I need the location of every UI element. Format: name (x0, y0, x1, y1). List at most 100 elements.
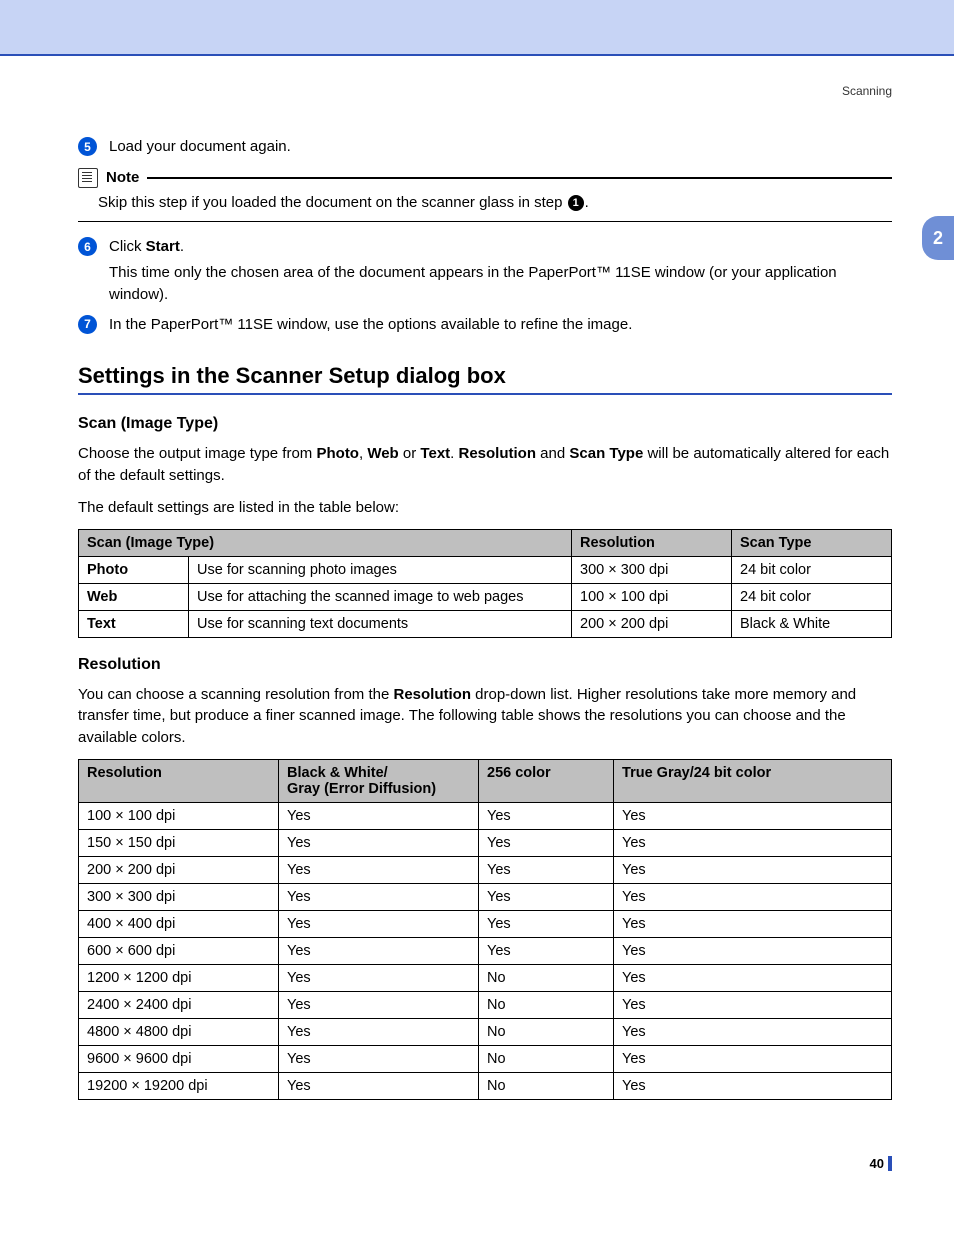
inline-step-ref-1: 1 (568, 195, 584, 211)
res-cell-tg: Yes (614, 964, 892, 991)
res-cell-tg: Yes (614, 991, 892, 1018)
res-cell-tg: Yes (614, 937, 892, 964)
res-cell-res: 100 × 100 dpi (79, 802, 279, 829)
page-body: Scanning 2 5 Load your document again. N… (0, 56, 954, 1195)
st-cell-type: 24 bit color (732, 556, 892, 583)
res-cell-res: 9600 × 9600 dpi (79, 1045, 279, 1072)
st-p1-m3: . (450, 445, 458, 462)
st-p1-b3: Text (420, 445, 450, 462)
st-p1-b2: Web (367, 445, 398, 462)
step-6-line1-bold: Start (146, 238, 180, 255)
res-cell-bw: Yes (279, 802, 479, 829)
res-th-3: True Gray/24 bit color (614, 759, 892, 802)
note-block: Note Skip this step if you loaded the do… (78, 168, 892, 223)
res-cell-bw: Yes (279, 1045, 479, 1072)
res-th-0: Resolution (79, 759, 279, 802)
res-cell-tg: Yes (614, 856, 892, 883)
res-cell-tg: Yes (614, 910, 892, 937)
table-row: 4800 × 4800 dpiYesNoYes (79, 1018, 892, 1045)
section-title: Settings in the Scanner Setup dialog box (78, 363, 892, 389)
top-band (0, 0, 954, 56)
res-cell-tg: Yes (614, 1072, 892, 1099)
step-7-text: In the PaperPort™ 11SE window, use the o… (109, 314, 892, 336)
note-icon (78, 168, 98, 188)
section-rule (78, 393, 892, 395)
res-cell-256: Yes (479, 883, 614, 910)
res-cell-256: Yes (479, 937, 614, 964)
st-p1-b4: Resolution (459, 445, 537, 462)
st-th-1: Resolution (572, 529, 732, 556)
res-cell-res: 2400 × 2400 dpi (79, 991, 279, 1018)
table-row: 600 × 600 dpiYesYesYes (79, 937, 892, 964)
st-cell-desc: Use for scanning photo images (189, 556, 572, 583)
res-th-2: 256 color (479, 759, 614, 802)
table-row: WebUse for attaching the scanned image t… (79, 583, 892, 610)
st-p1-m4: and (536, 445, 569, 462)
note-body: Skip this step if you loaded the documen… (98, 194, 892, 211)
res-cell-tg: Yes (614, 802, 892, 829)
res-cell-tg: Yes (614, 883, 892, 910)
scan-type-table: Scan (Image Type) Resolution Scan Type P… (78, 529, 892, 638)
page-number: 40 (78, 1156, 892, 1171)
step-6-line1-post: . (180, 238, 184, 255)
st-cell-type: 24 bit color (732, 583, 892, 610)
table-row: 200 × 200 dpiYesYesYes (79, 856, 892, 883)
scan-type-para-1: Choose the output image type from Photo,… (78, 443, 892, 487)
res-cell-res: 200 × 200 dpi (79, 856, 279, 883)
st-cell-name: Web (79, 583, 189, 610)
res-cell-res: 1200 × 1200 dpi (79, 964, 279, 991)
st-cell-name: Text (79, 610, 189, 637)
res-cell-256: No (479, 1045, 614, 1072)
scan-type-heading: Scan (Image Type) (78, 415, 892, 433)
st-cell-res: 300 × 300 dpi (572, 556, 732, 583)
res-cell-res: 4800 × 4800 dpi (79, 1018, 279, 1045)
resolution-heading: Resolution (78, 656, 892, 674)
st-p1-pre: Choose the output image type from (78, 445, 316, 462)
table-row: Scan (Image Type) Resolution Scan Type (79, 529, 892, 556)
res-cell-256: Yes (479, 856, 614, 883)
resolution-table: Resolution Black & White/ Gray (Error Di… (78, 759, 892, 1100)
table-row: PhotoUse for scanning photo images300 × … (79, 556, 892, 583)
res-cell-bw: Yes (279, 964, 479, 991)
step-6-line2: This time only the chosen area of the do… (109, 262, 892, 306)
table-row: TextUse for scanning text documents200 ×… (79, 610, 892, 637)
res-cell-bw: Yes (279, 829, 479, 856)
table-row: 300 × 300 dpiYesYesYes (79, 883, 892, 910)
note-text-pre: Skip this step if you loaded the documen… (98, 194, 567, 211)
res-cell-256: No (479, 964, 614, 991)
st-p1-b1: Photo (316, 445, 359, 462)
res-cell-bw: Yes (279, 991, 479, 1018)
step-badge-6: 6 (78, 237, 97, 256)
step-badge-5: 5 (78, 137, 97, 156)
resolution-para-1: You can choose a scanning resolution fro… (78, 684, 892, 749)
note-rule-top (147, 177, 892, 179)
st-th-0: Scan (Image Type) (79, 529, 572, 556)
st-cell-desc: Use for scanning text documents (189, 610, 572, 637)
table-row: Resolution Black & White/ Gray (Error Di… (79, 759, 892, 802)
scan-type-para-2: The default settings are listed in the t… (78, 497, 892, 519)
res-cell-tg: Yes (614, 829, 892, 856)
res-cell-tg: Yes (614, 1018, 892, 1045)
st-p1-b5: Scan Type (569, 445, 643, 462)
res-cell-res: 600 × 600 dpi (79, 937, 279, 964)
res-cell-256: Yes (479, 910, 614, 937)
st-cell-desc: Use for attaching the scanned image to w… (189, 583, 572, 610)
res-cell-bw: Yes (279, 1072, 479, 1099)
res-cell-bw: Yes (279, 856, 479, 883)
st-cell-res: 200 × 200 dpi (572, 610, 732, 637)
table-row: 1200 × 1200 dpiYesNoYes (79, 964, 892, 991)
res-cell-res: 150 × 150 dpi (79, 829, 279, 856)
res-cell-256: No (479, 1018, 614, 1045)
step-5: 5 Load your document again. (78, 136, 892, 158)
res-cell-bw: Yes (279, 937, 479, 964)
table-row: 100 × 100 dpiYesYesYes (79, 802, 892, 829)
st-cell-type: Black & White (732, 610, 892, 637)
res-p1-pre: You can choose a scanning resolution fro… (78, 686, 393, 703)
res-cell-tg: Yes (614, 1045, 892, 1072)
doc-section-label: Scanning (78, 84, 892, 98)
step-5-text: Load your document again. (109, 136, 892, 158)
step-6-line1-pre: Click (109, 238, 146, 255)
st-cell-res: 100 × 100 dpi (572, 583, 732, 610)
note-text-post: . (585, 194, 589, 211)
res-p1-b1: Resolution (393, 686, 471, 703)
